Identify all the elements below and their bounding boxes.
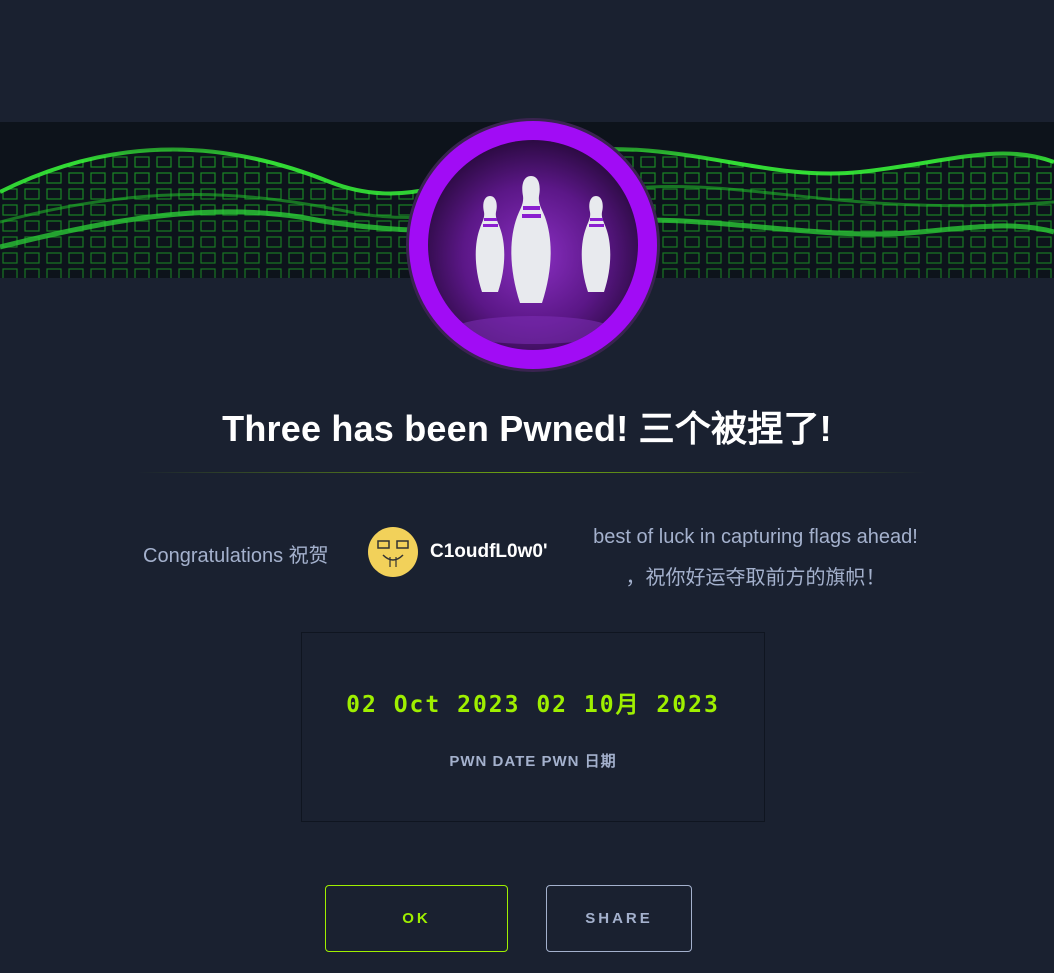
share-button[interactable]: SHARE — [546, 885, 692, 952]
congrats-text: Congratulations 祝贺 — [143, 545, 329, 567]
username-link[interactable]: C1oudfL0w0' — [430, 541, 547, 563]
pwn-date-label: PWN DATE PWN 日期 — [449, 753, 617, 770]
title-divider — [137, 472, 927, 473]
pwn-date-card: 02 Oct 2023 02 10月 2023 PWN DATE PWN 日期 — [301, 632, 765, 822]
user-avatar-icon[interactable] — [368, 527, 418, 577]
ok-button[interactable]: OK — [325, 885, 508, 952]
luck-message-line2: ，祝你好运夺取前方的旗帜！ — [625, 567, 886, 589]
pwn-date-value: 02 Oct 2023 02 10月 2023 — [346, 692, 720, 718]
badge-artwork — [428, 140, 638, 350]
luck-message-line1: best of luck in capturing flags ahead! — [593, 526, 918, 548]
page-title: Three has been Pwned! 三个被捏了! — [222, 408, 832, 449]
machine-badge — [409, 121, 657, 369]
bowling-pins-icon — [453, 176, 613, 344]
